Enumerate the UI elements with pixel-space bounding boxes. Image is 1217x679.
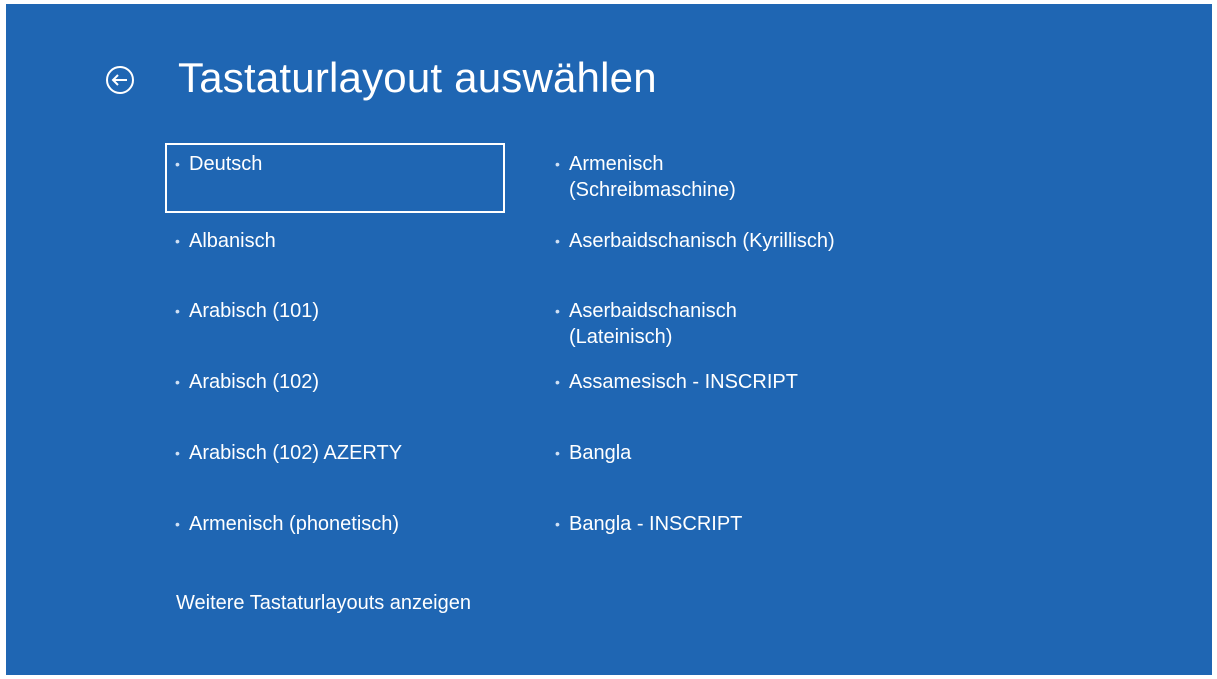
recovery-screen: Tastaturlayout auswählen • Deutsch • Alb… bbox=[6, 4, 1212, 675]
layout-label: Albanisch bbox=[189, 230, 276, 252]
bullet-icon: • bbox=[555, 233, 560, 249]
bullet-icon: • bbox=[555, 303, 560, 319]
bullet-icon: • bbox=[175, 516, 180, 532]
layout-option-armenisch-schreibmaschine[interactable]: • Armenisch (Schreibmaschine) bbox=[545, 143, 885, 211]
layout-label: Bangla - INSCRIPT bbox=[569, 513, 743, 535]
bullet-icon: • bbox=[555, 516, 560, 532]
layout-option-assamesisch-inscript[interactable]: • Assamesisch - INSCRIPT bbox=[545, 361, 885, 403]
layout-option-bangla[interactable]: • Bangla bbox=[545, 432, 885, 474]
back-arrow-circle-icon bbox=[106, 66, 134, 94]
back-button[interactable] bbox=[104, 64, 136, 96]
layout-label: Deutsch bbox=[189, 153, 263, 175]
bullet-icon: • bbox=[555, 156, 560, 172]
layout-option-bangla-inscript[interactable]: • Bangla - INSCRIPT bbox=[545, 503, 885, 545]
layout-label: Armenisch (Schreibmaschine) bbox=[569, 153, 736, 201]
layout-option-aserbaidschanisch-lateinisch[interactable]: • Aserbaidschanisch (Lateinisch) bbox=[545, 290, 885, 358]
layout-option-aserbaidschanisch-kyrillisch[interactable]: • Aserbaidschanisch (Kyrillisch) bbox=[545, 220, 885, 262]
bullet-icon: • bbox=[175, 156, 180, 172]
layout-label: Arabisch (102) AZERTY bbox=[189, 442, 403, 464]
layout-label: Aserbaidschanisch (Lateinisch) bbox=[569, 300, 737, 348]
page-title: Tastaturlayout auswählen bbox=[178, 54, 657, 101]
layout-option-arabisch-102-azerty[interactable]: • Arabisch (102) AZERTY bbox=[165, 432, 505, 474]
layout-label: Bangla bbox=[569, 442, 632, 464]
bullet-icon: • bbox=[175, 374, 180, 390]
layout-option-albanisch[interactable]: • Albanisch bbox=[165, 220, 505, 262]
bullet-icon: • bbox=[555, 374, 560, 390]
bullet-icon: • bbox=[175, 445, 180, 461]
layout-label: Aserbaidschanisch (Kyrillisch) bbox=[569, 230, 835, 252]
more-layouts-link[interactable]: Weitere Tastaturlayouts anzeigen bbox=[176, 590, 471, 616]
layout-label: Arabisch (102) bbox=[189, 371, 320, 393]
layout-label: Armenisch (phonetisch) bbox=[189, 513, 400, 535]
layout-label: Arabisch (101) bbox=[189, 300, 320, 322]
layout-label: Assamesisch - INSCRIPT bbox=[569, 371, 798, 393]
bullet-icon: • bbox=[175, 233, 180, 249]
layout-option-deutsch[interactable]: • Deutsch bbox=[165, 143, 505, 213]
layout-option-arabisch-101[interactable]: • Arabisch (101) bbox=[165, 290, 505, 332]
bullet-icon: • bbox=[555, 445, 560, 461]
layout-option-arabisch-102[interactable]: • Arabisch (102) bbox=[165, 361, 505, 403]
layout-option-armenisch-phonetisch[interactable]: • Armenisch (phonetisch) bbox=[165, 503, 505, 545]
bullet-icon: • bbox=[175, 303, 180, 319]
